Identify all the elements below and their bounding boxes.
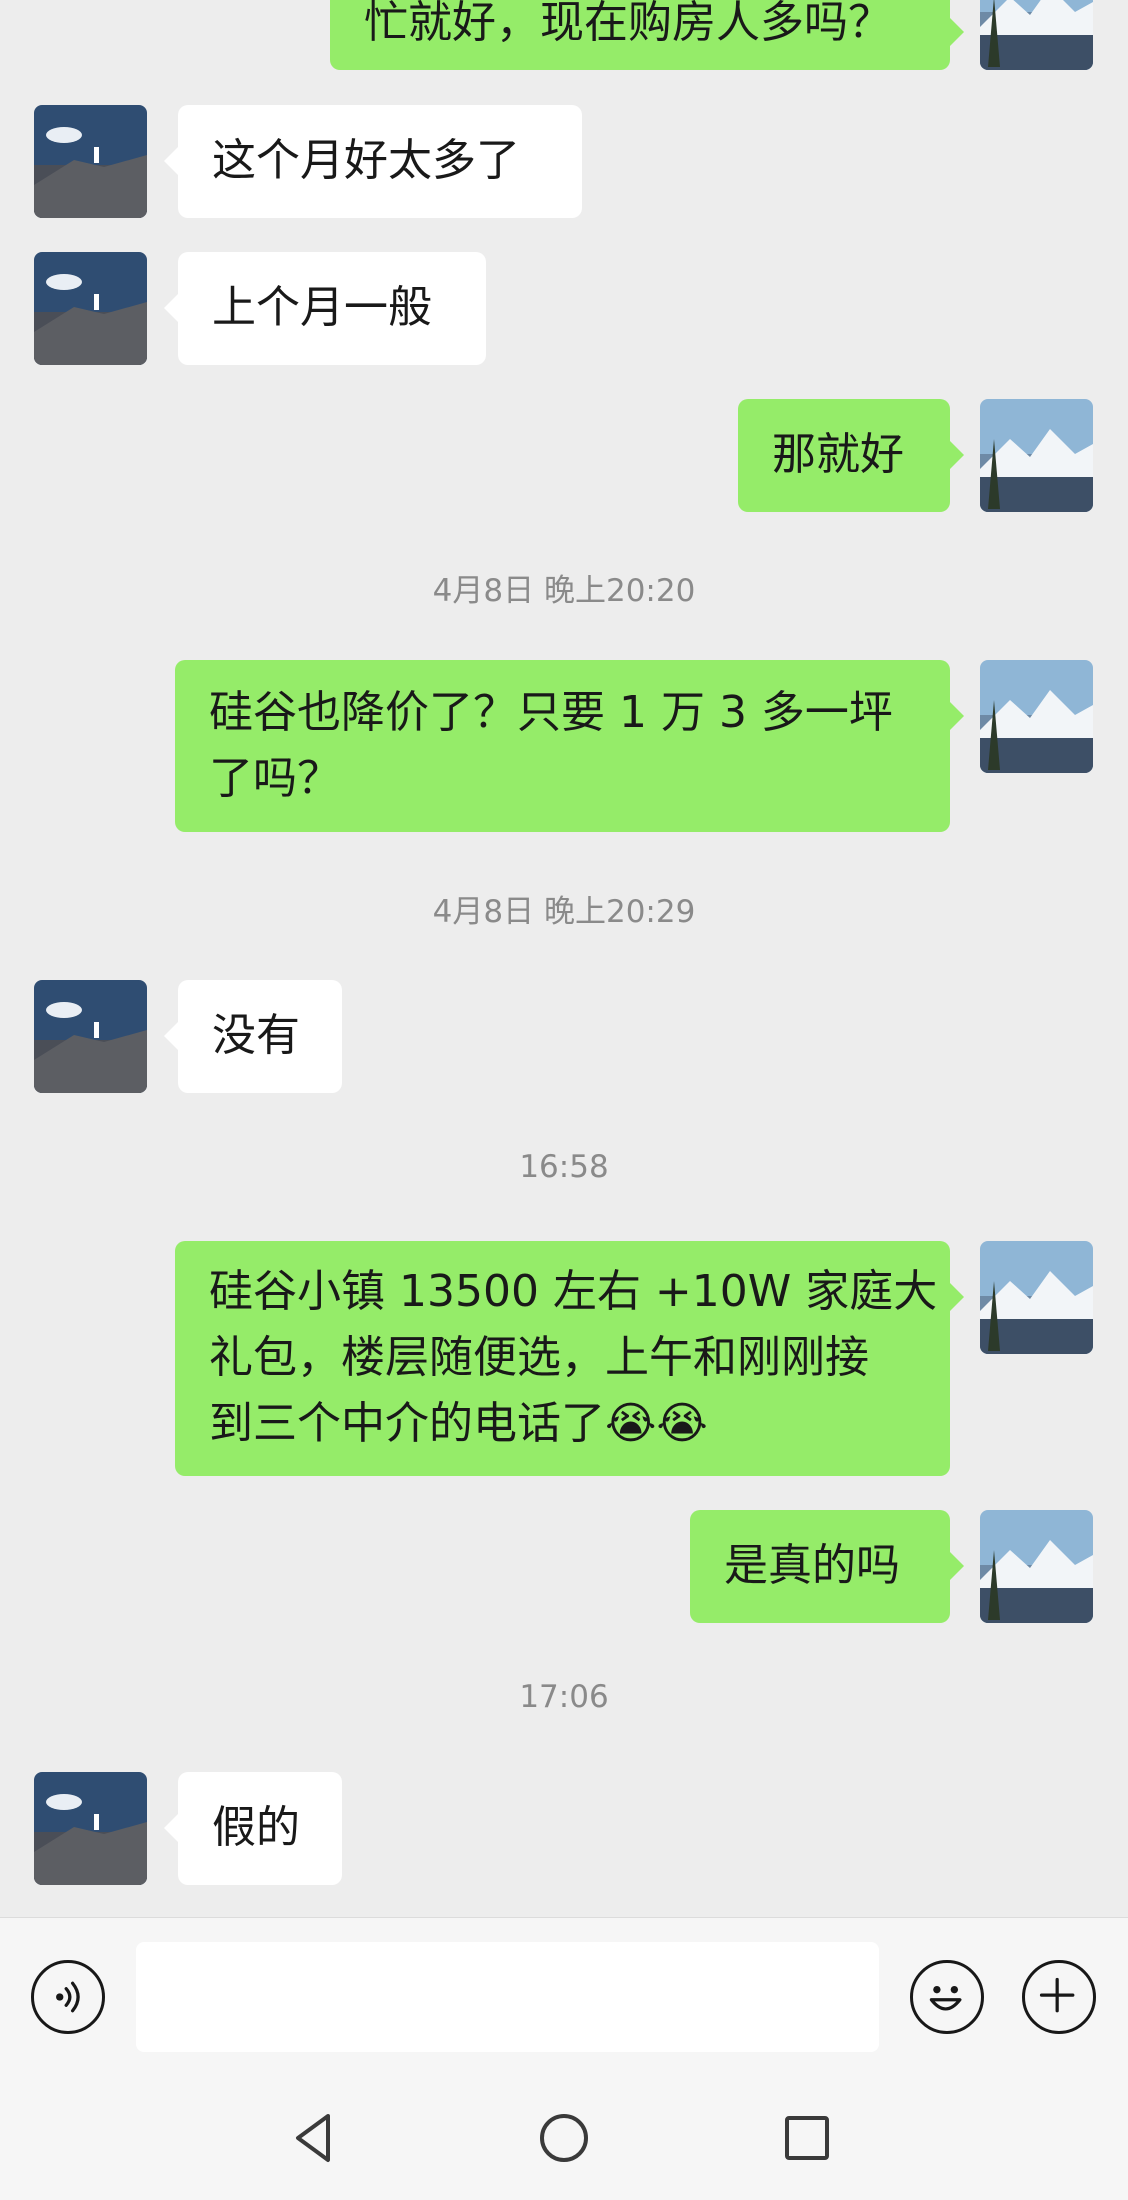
nav-back-icon	[296, 2114, 330, 2162]
message-text: 那就好	[772, 429, 904, 480]
mountain-hiker-avatar-image	[34, 252, 147, 365]
message-text-line: 到三个中介的电话了😭😭	[209, 1398, 708, 1449]
nav-recent-button[interactable]	[779, 2110, 835, 2166]
message-bubble-incoming[interactable]: 这个月好太多了	[164, 105, 582, 218]
my-avatar[interactable]	[980, 1510, 1093, 1623]
voice-icon	[56, 1981, 80, 2013]
input-bar	[0, 1917, 1128, 2200]
emoji-icon	[929, 1985, 962, 2011]
snow-mountain-avatar-image	[980, 660, 1093, 773]
my-avatar[interactable]	[980, 399, 1093, 512]
mountain-hiker-avatar-image	[34, 105, 147, 218]
message-text: 没有	[212, 1010, 300, 1061]
mountain-hiker-avatar-image	[34, 980, 147, 1093]
message-bubble-outgoing[interactable]: 硅谷也降价了？只要 1 万 3 多一坪 了吗？	[175, 660, 964, 832]
message-text: 这个月好太多了	[212, 135, 520, 186]
contact-avatar[interactable]	[34, 252, 147, 365]
nav-recent-icon	[785, 2116, 829, 2160]
message-text: 上个月一般	[212, 282, 432, 333]
chat-area: 忙就好，现在购房人多吗？ 这个月好太多了 上个月一般 那就好 4月8日 晚上20…	[0, 0, 1128, 1917]
voice-button[interactable]	[31, 1960, 105, 2034]
message-text: 忙就好，现在购房人多吗？	[364, 0, 892, 48]
message-bubble-outgoing[interactable]: 硅谷小镇 13500 左右 +10W 家庭大 礼包，楼层随便选，上午和刚刚接 到…	[175, 1241, 964, 1476]
plus-button[interactable]	[1022, 1960, 1096, 2034]
nav-back-button[interactable]	[288, 2110, 344, 2166]
message-bubble-outgoing[interactable]: 忙就好，现在购房人多吗？	[330, 0, 964, 70]
message-bubble-outgoing[interactable]: 那就好	[738, 399, 964, 512]
message-bubble-incoming[interactable]: 没有	[164, 980, 342, 1093]
nav-home-button[interactable]	[536, 2110, 592, 2166]
message-text: 是真的吗	[724, 1540, 900, 1591]
my-avatar[interactable]	[980, 660, 1093, 773]
my-avatar[interactable]	[980, 0, 1093, 70]
message-text: 假的	[212, 1802, 300, 1853]
message-text-line: 硅谷小镇 13500 左右 +10W 家庭大	[209, 1266, 938, 1317]
message-text-line: 了吗？	[209, 753, 341, 804]
emoji-button[interactable]	[910, 1960, 984, 2034]
timestamp: 4月8日 晚上20:29	[432, 894, 696, 930]
message-bubble-incoming[interactable]: 上个月一般	[164, 252, 486, 365]
contact-avatar[interactable]	[34, 1772, 147, 1885]
contact-avatar[interactable]	[34, 980, 147, 1093]
message-input[interactable]	[136, 1942, 879, 2052]
contact-avatar[interactable]	[34, 105, 147, 218]
timestamp: 4月8日 晚上20:20	[432, 573, 696, 609]
timestamp: 17:06	[519, 1679, 609, 1715]
snow-mountain-avatar-image	[980, 399, 1093, 512]
timestamp: 16:58	[519, 1149, 609, 1185]
message-text-line: 礼包，楼层随便选，上午和刚刚接	[209, 1332, 869, 1383]
nav-home-icon	[540, 2114, 588, 2162]
message-bubble-incoming[interactable]: 假的	[164, 1772, 342, 1885]
mountain-hiker-avatar-image	[34, 1772, 147, 1885]
plus-icon	[1039, 1977, 1075, 2013]
message-bubble-outgoing[interactable]: 是真的吗	[690, 1510, 964, 1623]
snow-mountain-avatar-image	[980, 0, 1093, 70]
message-text-line: 硅谷也降价了？只要 1 万 3 多一坪	[209, 687, 893, 738]
my-avatar[interactable]	[980, 1241, 1093, 1354]
snow-mountain-avatar-image	[980, 1241, 1093, 1354]
snow-mountain-avatar-image	[980, 1510, 1093, 1623]
